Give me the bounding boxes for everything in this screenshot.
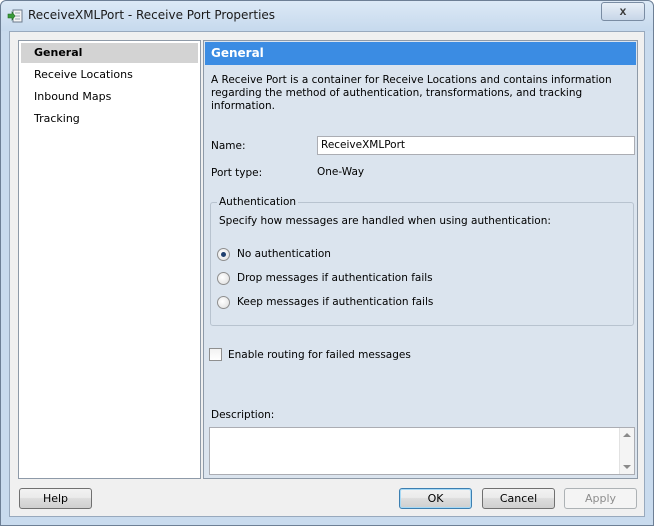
port-type-value: One-Way	[317, 166, 365, 178]
help-button[interactable]: Help	[19, 488, 92, 509]
name-input[interactable]: ReceiveXMLPort	[317, 136, 635, 155]
nav-item-receive-locations[interactable]: Receive Locations	[21, 65, 198, 85]
enable-routing-label[interactable]: Enable routing for failed messages	[228, 349, 411, 361]
name-label: Name:	[211, 140, 246, 152]
keep-messages-label[interactable]: Keep messages if authentication fails	[237, 296, 433, 308]
drop-messages-label[interactable]: Drop messages if authentication fails	[237, 272, 433, 284]
authentication-group: Authentication Specify how messages are …	[210, 196, 634, 326]
receive-port-icon	[7, 8, 23, 24]
close-icon: x	[619, 4, 627, 18]
apply-button[interactable]: Apply	[564, 488, 637, 509]
port-type-label: Port type:	[211, 167, 263, 179]
dialog-client-area: General Receive Locations Inbound Maps T…	[9, 31, 645, 517]
panel-description: A Receive Port is a container for Receiv…	[211, 74, 612, 112]
drop-messages-radio[interactable]	[217, 272, 230, 285]
scroll-down-icon[interactable]	[623, 465, 631, 469]
general-panel: General A Receive Port is a container fo…	[203, 40, 638, 479]
enable-routing-checkbox[interactable]	[209, 348, 222, 361]
panel-header: General	[205, 42, 636, 65]
page-nav-list: General Receive Locations Inbound Maps T…	[18, 40, 201, 479]
description-label: Description:	[211, 409, 275, 421]
keep-messages-radio[interactable]	[217, 296, 230, 309]
window-title: ReceiveXMLPort - Receive Port Properties	[28, 8, 276, 22]
cancel-button[interactable]: Cancel	[482, 488, 555, 509]
description-textarea[interactable]	[209, 427, 635, 475]
no-authentication-radio[interactable]	[217, 248, 230, 261]
title-bar[interactable]: ReceiveXMLPort - Receive Port Properties…	[1, 1, 653, 31]
authentication-instruction: Specify how messages are handled when us…	[219, 215, 551, 227]
close-button[interactable]: x	[601, 2, 645, 21]
no-authentication-label[interactable]: No authentication	[237, 248, 331, 260]
properties-window: ReceiveXMLPort - Receive Port Properties…	[0, 0, 654, 526]
scroll-up-icon[interactable]	[623, 433, 631, 437]
description-scrollbar[interactable]	[619, 428, 634, 474]
nav-item-inbound-maps[interactable]: Inbound Maps	[21, 87, 198, 107]
ok-button[interactable]: OK	[399, 488, 472, 509]
authentication-legend: Authentication	[217, 196, 299, 208]
nav-item-tracking[interactable]: Tracking	[21, 109, 198, 129]
nav-item-general[interactable]: General	[21, 43, 198, 63]
